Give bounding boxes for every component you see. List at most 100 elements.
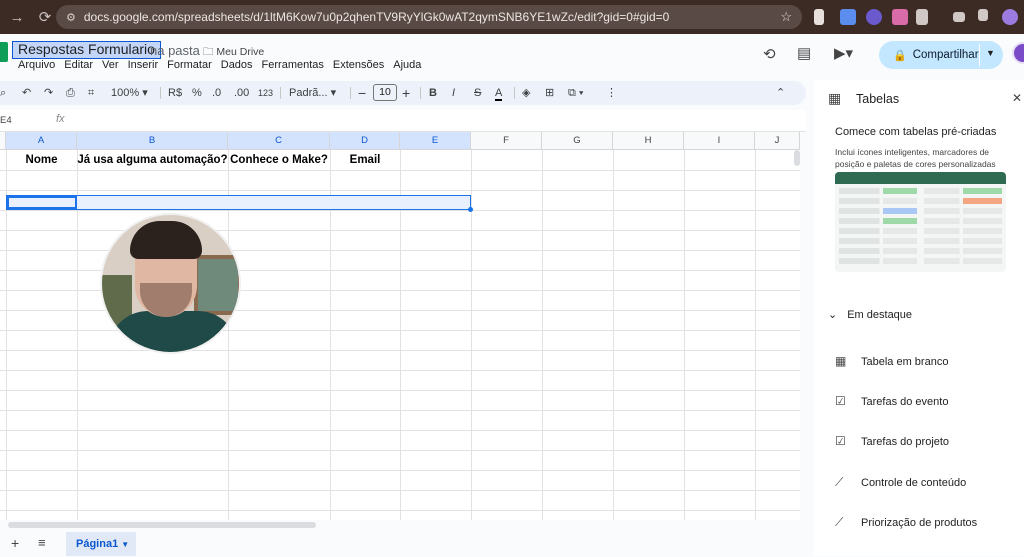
column-header-c[interactable]: C bbox=[228, 132, 330, 150]
column-header-e[interactable]: E bbox=[400, 132, 471, 150]
borders-icon[interactable]: ⊞ bbox=[545, 85, 554, 101]
percent-button[interactable]: % bbox=[192, 85, 202, 101]
site-info-icon[interactable]: ⚙ bbox=[66, 11, 76, 24]
currency-button[interactable]: R$ bbox=[168, 85, 182, 101]
column-header-a[interactable]: A bbox=[6, 132, 77, 150]
extension-docs-icon[interactable] bbox=[840, 9, 856, 25]
print-icon[interactable]: ⎙ bbox=[66, 85, 75, 101]
column-header-g[interactable]: G bbox=[542, 132, 613, 150]
fill-color-icon[interactable]: ◈ bbox=[522, 85, 530, 101]
menu-editar[interactable]: Editar bbox=[64, 59, 93, 71]
selected-range[interactable] bbox=[6, 195, 471, 210]
menu-extensoes[interactable]: Extensões bbox=[333, 59, 384, 71]
table-icon: ▦ bbox=[828, 90, 842, 106]
comments-icon[interactable]: ▤ bbox=[797, 44, 811, 62]
doc-title[interactable]: Respostas Formulario bbox=[12, 41, 161, 59]
redo-icon[interactable]: ↷ bbox=[44, 85, 53, 101]
extension-circle-icon[interactable] bbox=[866, 9, 882, 25]
zoom-select[interactable]: 100% ▾ bbox=[111, 85, 148, 101]
trend-icon: ⟋ bbox=[835, 515, 844, 529]
presenter-shirt bbox=[108, 311, 238, 352]
close-icon[interactable]: ✕ bbox=[1012, 91, 1022, 105]
share-label: Compartilhar bbox=[912, 49, 979, 61]
bold-icon[interactable]: B bbox=[429, 85, 437, 101]
grid-line bbox=[0, 430, 800, 431]
cell-b1[interactable]: Já usa alguma automação? bbox=[77, 150, 228, 170]
meet-icon[interactable]: ▶▾ bbox=[834, 44, 853, 62]
cell-d1[interactable]: Email bbox=[330, 150, 400, 170]
column-header-h[interactable]: H bbox=[613, 132, 684, 150]
search-icon[interactable]: ⌕ bbox=[0, 85, 6, 101]
column-header-f[interactable]: F bbox=[471, 132, 542, 150]
active-cell[interactable] bbox=[7, 196, 77, 209]
featured-section-toggle[interactable]: ⌄ Em destaque bbox=[828, 308, 912, 321]
checklist-icon: ☑ bbox=[835, 394, 846, 408]
chevron-down-icon[interactable]: ▼ bbox=[121, 540, 129, 549]
profile-avatar-icon[interactable] bbox=[1002, 9, 1018, 25]
template-item-tarefas-do-projeto[interactable]: ☑ Tarefas do projeto bbox=[835, 434, 949, 448]
chevron-down-icon[interactable]: ▼ bbox=[986, 48, 995, 58]
menu-ajuda[interactable]: Ajuda bbox=[393, 59, 421, 71]
template-item-priorizacao-de-produtos[interactable]: ⟋ Priorização de produtos bbox=[835, 515, 977, 530]
more-options-icon[interactable]: ⋮ bbox=[606, 85, 617, 101]
font-size-decrease-button[interactable]: − bbox=[358, 85, 366, 101]
all-sheets-icon[interactable]: ≡ bbox=[38, 535, 46, 550]
text-color-icon[interactable]: A bbox=[495, 85, 503, 101]
grid-line bbox=[613, 150, 614, 520]
history-icon[interactable]: ⟲ bbox=[763, 45, 776, 63]
number-format-button[interactable]: 123 bbox=[258, 85, 273, 101]
sheet-tab-pagina1[interactable]: Página1 ▼ bbox=[66, 532, 136, 556]
bookmark-star-icon[interactable]: ☆ bbox=[780, 9, 792, 25]
grid-line bbox=[542, 150, 543, 520]
template-item-tarefas-do-evento[interactable]: ☑ Tarefas do evento bbox=[835, 394, 948, 408]
font-size-increase-button[interactable]: + bbox=[402, 85, 410, 101]
account-avatar[interactable] bbox=[1012, 42, 1024, 64]
table-icon: ▦ bbox=[835, 354, 847, 368]
fill-handle[interactable] bbox=[468, 207, 473, 212]
sheets-logo-icon[interactable] bbox=[0, 42, 8, 62]
fx-icon: fx bbox=[56, 113, 65, 125]
column-header-b[interactable]: B bbox=[77, 132, 228, 150]
cell-a1[interactable]: Nome bbox=[6, 150, 77, 170]
reading-list-icon[interactable] bbox=[953, 12, 965, 22]
decrease-decimal-button[interactable]: .0 bbox=[212, 85, 221, 101]
strikethrough-icon[interactable]: S bbox=[474, 85, 481, 101]
name-box[interactable]: E4 bbox=[0, 115, 12, 126]
menu-ver[interactable]: Ver bbox=[102, 59, 119, 71]
template-preview[interactable] bbox=[835, 172, 1006, 272]
extensions-puzzle-icon[interactable] bbox=[916, 9, 928, 25]
panel-title: Tabelas bbox=[856, 92, 900, 106]
menu-inserir[interactable]: Inserir bbox=[128, 59, 159, 71]
share-button[interactable]: 🔒 Compartilhar ▼ bbox=[879, 41, 1003, 69]
vertical-scrollbar[interactable] bbox=[794, 150, 800, 166]
reload-icon[interactable]: ⟳ bbox=[34, 6, 56, 28]
font-select[interactable]: Padrã... ▾ bbox=[289, 85, 336, 101]
collapse-toolbar-icon[interactable]: ⌃ bbox=[776, 85, 785, 101]
forward-icon[interactable]: → bbox=[6, 6, 28, 28]
font-size-input[interactable]: 10 bbox=[373, 84, 397, 101]
add-sheet-icon[interactable]: + bbox=[11, 535, 19, 551]
template-item-tabela-em-branco[interactable]: ▦ Tabela em branco bbox=[835, 354, 948, 368]
increase-decimal-button[interactable]: .00 bbox=[234, 85, 249, 101]
menu-dados[interactable]: Dados bbox=[221, 59, 253, 71]
column-header-j[interactable]: J bbox=[755, 132, 800, 150]
download-icon[interactable] bbox=[978, 9, 988, 21]
undo-icon[interactable]: ↶ bbox=[22, 85, 31, 101]
menu-formatar[interactable]: Formatar bbox=[167, 59, 212, 71]
italic-icon[interactable]: I bbox=[452, 85, 455, 101]
menu-bar: Arquivo Editar Ver Inserir Formatar Dado… bbox=[18, 59, 430, 71]
address-bar[interactable]: ⚙ docs.google.com/spreadsheets/d/1ltM6Ko… bbox=[56, 5, 802, 29]
item-label: Priorização de produtos bbox=[861, 517, 978, 529]
column-header-d[interactable]: D bbox=[330, 132, 400, 150]
column-header-i[interactable]: I bbox=[684, 132, 755, 150]
menu-ferramentas[interactable]: Ferramentas bbox=[262, 59, 324, 71]
template-item-controle-de-conteudo[interactable]: ⟋ Controle de conteúdo bbox=[835, 475, 966, 490]
menu-arquivo[interactable]: Arquivo bbox=[18, 59, 55, 71]
paint-format-icon[interactable]: ⌗ bbox=[88, 85, 94, 101]
item-label: Tarefas do projeto bbox=[861, 436, 950, 448]
extension-face-icon[interactable] bbox=[892, 9, 908, 25]
pen-icon[interactable] bbox=[814, 9, 824, 25]
cell-c1[interactable]: Conhece o Make? bbox=[228, 150, 330, 170]
merge-cells-icon[interactable]: ⧉ ▾ bbox=[568, 85, 584, 101]
horizontal-scrollbar[interactable] bbox=[8, 522, 316, 528]
